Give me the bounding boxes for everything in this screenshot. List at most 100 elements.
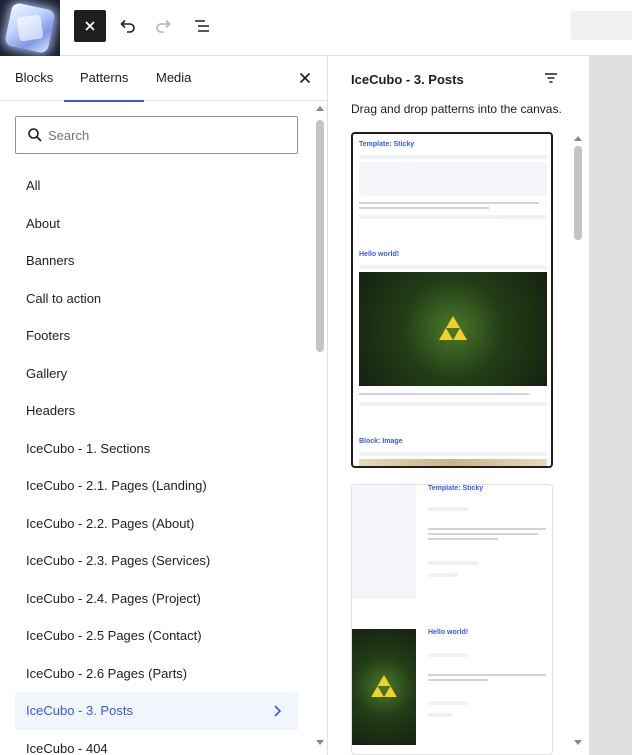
category-label: IceCubo - 3. Posts (26, 703, 133, 718)
close-panel-button[interactable] (295, 68, 315, 88)
site-icon[interactable] (0, 0, 60, 56)
panel-description: Drag and drop patterns into the canvas. (351, 102, 562, 116)
triforce-icon (371, 675, 397, 697)
previews-scrollbar[interactable] (573, 136, 583, 748)
scroll-up-icon[interactable] (316, 106, 324, 111)
preview-heading: Block: Image (359, 438, 403, 445)
category-item-icecubo-pages-project[interactable]: IceCubo - 2.4. Pages (Project) (15, 580, 298, 618)
preview-meta-row (359, 215, 547, 219)
category-item-call-to-action[interactable]: Call to action (15, 280, 298, 318)
editor-canvas-edge (589, 56, 632, 755)
category-item-headers[interactable]: Headers (15, 392, 298, 430)
scrollbar-thumb[interactable] (316, 120, 324, 352)
preview-meta-row (428, 561, 478, 565)
preview-text-line (359, 202, 539, 204)
pattern-preview-card[interactable]: Template: Sticky Hello world! Block: Ima… (351, 132, 553, 468)
tab-media[interactable]: Media (156, 56, 191, 101)
tab-blocks[interactable]: Blocks (15, 56, 53, 101)
preview-image-placeholder (359, 459, 547, 466)
preview-meta-row (359, 402, 547, 406)
search-input[interactable] (48, 125, 288, 145)
search-icon (28, 128, 42, 142)
category-label: IceCubo - 404 (26, 740, 108, 755)
undo-icon (120, 19, 135, 33)
preview-green-image (352, 629, 416, 745)
preview-text-line (428, 528, 546, 530)
preview-meta-row (428, 701, 468, 705)
chevron-right-icon (274, 705, 282, 717)
category-label: IceCubo - 2.5 Pages (Contact) (26, 628, 202, 643)
close-inserter-button[interactable] (74, 10, 106, 42)
category-label: Call to action (26, 290, 102, 306)
category-label: IceCubo - 2.4. Pages (Project) (26, 590, 201, 606)
pattern-previews-panel: IceCubo - 3. Posts Drag and drop pattern… (329, 56, 589, 755)
block-inserter-panel: Blocks Patterns Media All About Banners … (0, 56, 328, 755)
category-item-about[interactable]: About (15, 205, 298, 243)
preview-heading: Hello world! (428, 629, 469, 636)
preview-image-placeholder (359, 162, 547, 196)
category-label: IceCubo - 2.6 Pages (Parts) (26, 665, 188, 681)
pattern-categories-list: All About Banners Call to action Footers… (15, 167, 298, 755)
category-item-icecubo-pages-about[interactable]: IceCubo - 2.2. Pages (About) (15, 505, 298, 543)
list-view-button[interactable] (186, 10, 218, 42)
preview-meta-row (359, 155, 547, 159)
close-icon (299, 72, 311, 84)
preview-heading: Template: Sticky (428, 485, 484, 492)
category-item-icecubo-posts[interactable]: IceCubo - 3. Posts (15, 692, 298, 730)
preview-text-line (428, 533, 538, 535)
preview-text-line (428, 674, 546, 676)
category-label: IceCubo - 2.3. Pages (Services) (26, 553, 211, 568)
category-label: All (26, 178, 41, 193)
preview-text-line (428, 538, 498, 540)
search-field[interactable] (15, 116, 298, 154)
category-item-all[interactable]: All (15, 167, 298, 205)
preview-heading: Template: Sticky (359, 141, 415, 148)
category-label: Gallery (26, 365, 68, 381)
category-item-icecubo-sections[interactable]: IceCubo - 1. Sections (15, 430, 298, 468)
redo-button[interactable] (148, 10, 180, 42)
scroll-down-icon[interactable] (316, 740, 324, 745)
preview-meta-row (428, 713, 452, 717)
filter-button[interactable] (543, 70, 559, 91)
preview-text-line (359, 207, 489, 209)
category-item-icecubo-404[interactable]: IceCubo - 404 (15, 730, 298, 755)
category-item-gallery[interactable]: Gallery (15, 355, 298, 393)
category-label: IceCubo - 2.2. Pages (About) (26, 515, 195, 531)
command-palette-button[interactable] (571, 11, 632, 40)
scrollbar-thumb[interactable] (574, 146, 582, 240)
category-label: Banners (26, 253, 75, 268)
inserter-tabs: Blocks Patterns Media (0, 56, 327, 102)
redo-icon (156, 19, 171, 33)
category-label: Headers (26, 403, 76, 418)
preview-meta-row (428, 653, 468, 657)
filter-icon (545, 73, 557, 83)
undo-button[interactable] (111, 10, 143, 42)
category-item-banners[interactable]: Banners (15, 242, 298, 280)
scroll-down-icon[interactable] (574, 740, 582, 745)
category-item-icecubo-pages-services[interactable]: IceCubo - 2.3. Pages (Services) (15, 542, 298, 580)
preview-meta-row (359, 452, 547, 456)
preview-image-placeholder (352, 485, 416, 599)
tab-patterns[interactable]: Patterns (64, 56, 145, 102)
scroll-up-icon[interactable] (574, 136, 582, 141)
close-icon (85, 21, 95, 31)
category-label: IceCubo - 1. Sections (26, 440, 151, 456)
category-label: About (26, 215, 60, 231)
pattern-preview-card[interactable]: Template: Sticky Hello world! (351, 484, 553, 755)
category-item-icecubo-pages-contact[interactable]: IceCubo - 2.5 Pages (Contact) (15, 617, 298, 655)
preview-meta-row (359, 265, 547, 269)
category-label: IceCubo - 2.1. Pages (Landing) (26, 478, 207, 493)
category-item-icecubo-pages-landing[interactable]: IceCubo - 2.1. Pages (Landing) (15, 467, 298, 505)
editor-toolbar (0, 0, 632, 56)
preview-green-image (359, 272, 547, 386)
preview-meta-row (428, 507, 468, 511)
panel-title: IceCubo - 3. Posts (351, 72, 464, 87)
preview-meta-row (428, 573, 458, 577)
list-view-icon (195, 20, 209, 32)
category-item-footers[interactable]: Footers (15, 317, 298, 355)
preview-text-line (359, 393, 529, 395)
preview-text-line (428, 679, 488, 681)
categories-scrollbar[interactable] (316, 104, 324, 749)
category-item-icecubo-pages-parts[interactable]: IceCubo - 2.6 Pages (Parts) (15, 655, 298, 693)
category-label: Footers (26, 328, 71, 343)
